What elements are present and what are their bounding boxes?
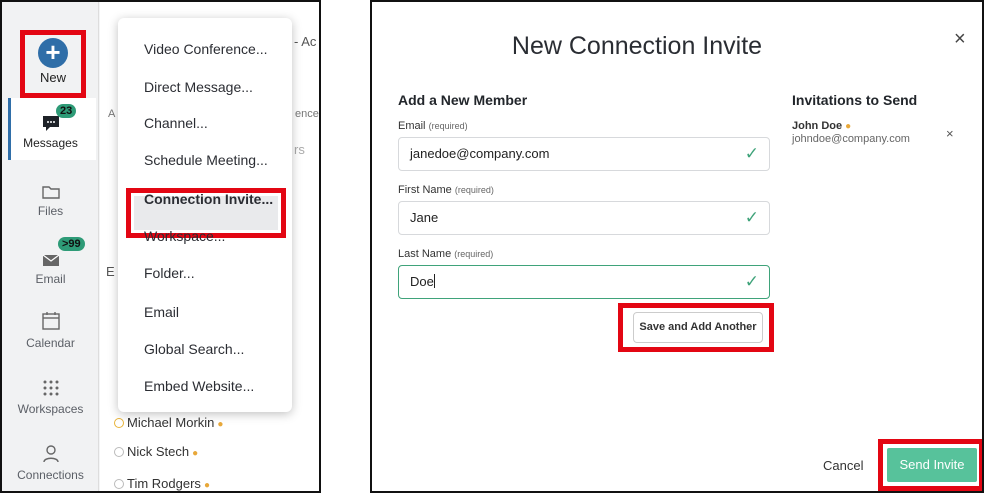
new-label: New [39,70,66,85]
coin-icon: ● [192,448,199,459]
checkmark-icon: ✓ [744,272,759,291]
cancel-button[interactable]: Cancel [823,458,863,473]
sidebar-item-label: Calendar [26,336,75,350]
coin-icon: ● [845,121,852,132]
contact-name: Michael Morkin [127,415,215,430]
new-button[interactable]: + New [20,30,86,98]
menu-item-direct-message[interactable]: Direct Message... [144,79,253,95]
sidebar-item-connections[interactable]: Connections [2,444,99,482]
highlight-box: Send Invite [878,439,982,491]
menu-item-folder[interactable]: Folder... [144,265,195,281]
menu-item-embed-website[interactable]: Embed Website... [144,378,254,394]
contact-item[interactable]: Tim Rodgers ● [114,476,210,491]
checkmark-icon: ✓ [744,144,759,163]
first-name-field[interactable]: Jane ✓ [398,201,770,235]
sidebar-item-workspaces[interactable]: Workspaces [2,378,99,416]
grid-icon [43,380,58,396]
peek-text: E [106,264,115,279]
invitations-heading: Invitations to Send [792,92,918,108]
calendar-icon [41,312,60,330]
sidebar-item-label: Files [37,204,64,218]
first-name-label: First Name (required) [398,184,494,196]
sidebar-item-label: Workspaces [17,402,84,416]
unread-badge: >99 [58,237,85,251]
peek-text: A [108,108,116,120]
menu-item-channel[interactable]: Channel... [144,115,208,131]
dialog-title: New Connection Invite [511,32,763,60]
peek-text: rs [294,142,305,157]
status-icon [114,418,124,428]
menu-item-workspace[interactable]: Workspace... [144,228,225,244]
sidebar-item-messages[interactable]: Messages [2,114,99,150]
save-and-add-another-button[interactable]: Save and Add Another [633,312,763,343]
checkmark-icon: ✓ [744,208,759,227]
coin-icon: ● [217,419,224,430]
chat-bubble-icon [42,116,59,131]
invitee-name: John Doe ● [792,120,852,132]
contact-name: Tim Rodgers [127,476,201,491]
invite-dialog: New Connection Invite × Add a New Member… [370,0,984,493]
sidebar-item-calendar[interactable]: Calendar [2,310,99,350]
invitee-email: johndoe@company.com [792,133,910,145]
contact-item[interactable]: Michael Morkin ● [114,415,223,430]
envelope-icon [42,254,59,266]
sidebar-item-files[interactable]: Files [2,184,99,218]
status-icon [114,479,124,489]
sidebar: + New Messages 23 Files Email >99 Calend… [2,2,99,491]
last-name-field[interactable]: Doe ✓ [398,265,770,299]
remove-invite-icon[interactable]: × [946,126,954,141]
sidebar-item-label: Connections [17,468,84,482]
highlight-box: Save and Add Another [618,303,774,352]
send-invite-button[interactable]: Send Invite [887,448,977,482]
close-icon[interactable]: × [954,28,966,51]
menu-item-email[interactable]: Email [144,304,179,320]
add-member-heading: Add a New Member [398,92,528,108]
email-field[interactable]: janedoe@company.com ✓ [398,137,770,171]
peek-text: ence [295,108,319,120]
menu-item-video-conference[interactable]: Video Conference... [144,41,268,57]
last-name-label: Last Name (required) [398,248,494,260]
plus-icon: + [38,38,68,68]
email-label: Email (required) [398,120,468,132]
sidebar-item-label: Messages [23,136,78,150]
menu-item-global-search[interactable]: Global Search... [144,341,244,357]
coin-icon: ● [203,480,210,491]
peek-text: - Ac [294,34,317,49]
sidebar-item-email[interactable]: Email [2,252,99,286]
menu-item-connection-invite[interactable]: Connection Invite... [144,191,273,207]
status-icon [114,447,124,457]
app-window: + New Messages 23 Files Email >99 Calend… [0,0,321,493]
unread-badge: 23 [56,104,77,118]
person-icon [42,445,59,463]
folder-icon [41,186,60,199]
contact-name: Nick Stech [127,444,190,459]
new-menu: Video Conference... Direct Message... Ch… [118,18,292,412]
sidebar-item-label: Email [35,272,66,286]
menu-item-schedule-meeting[interactable]: Schedule Meeting... [144,152,268,168]
contact-item[interactable]: Nick Stech ● [114,444,198,459]
